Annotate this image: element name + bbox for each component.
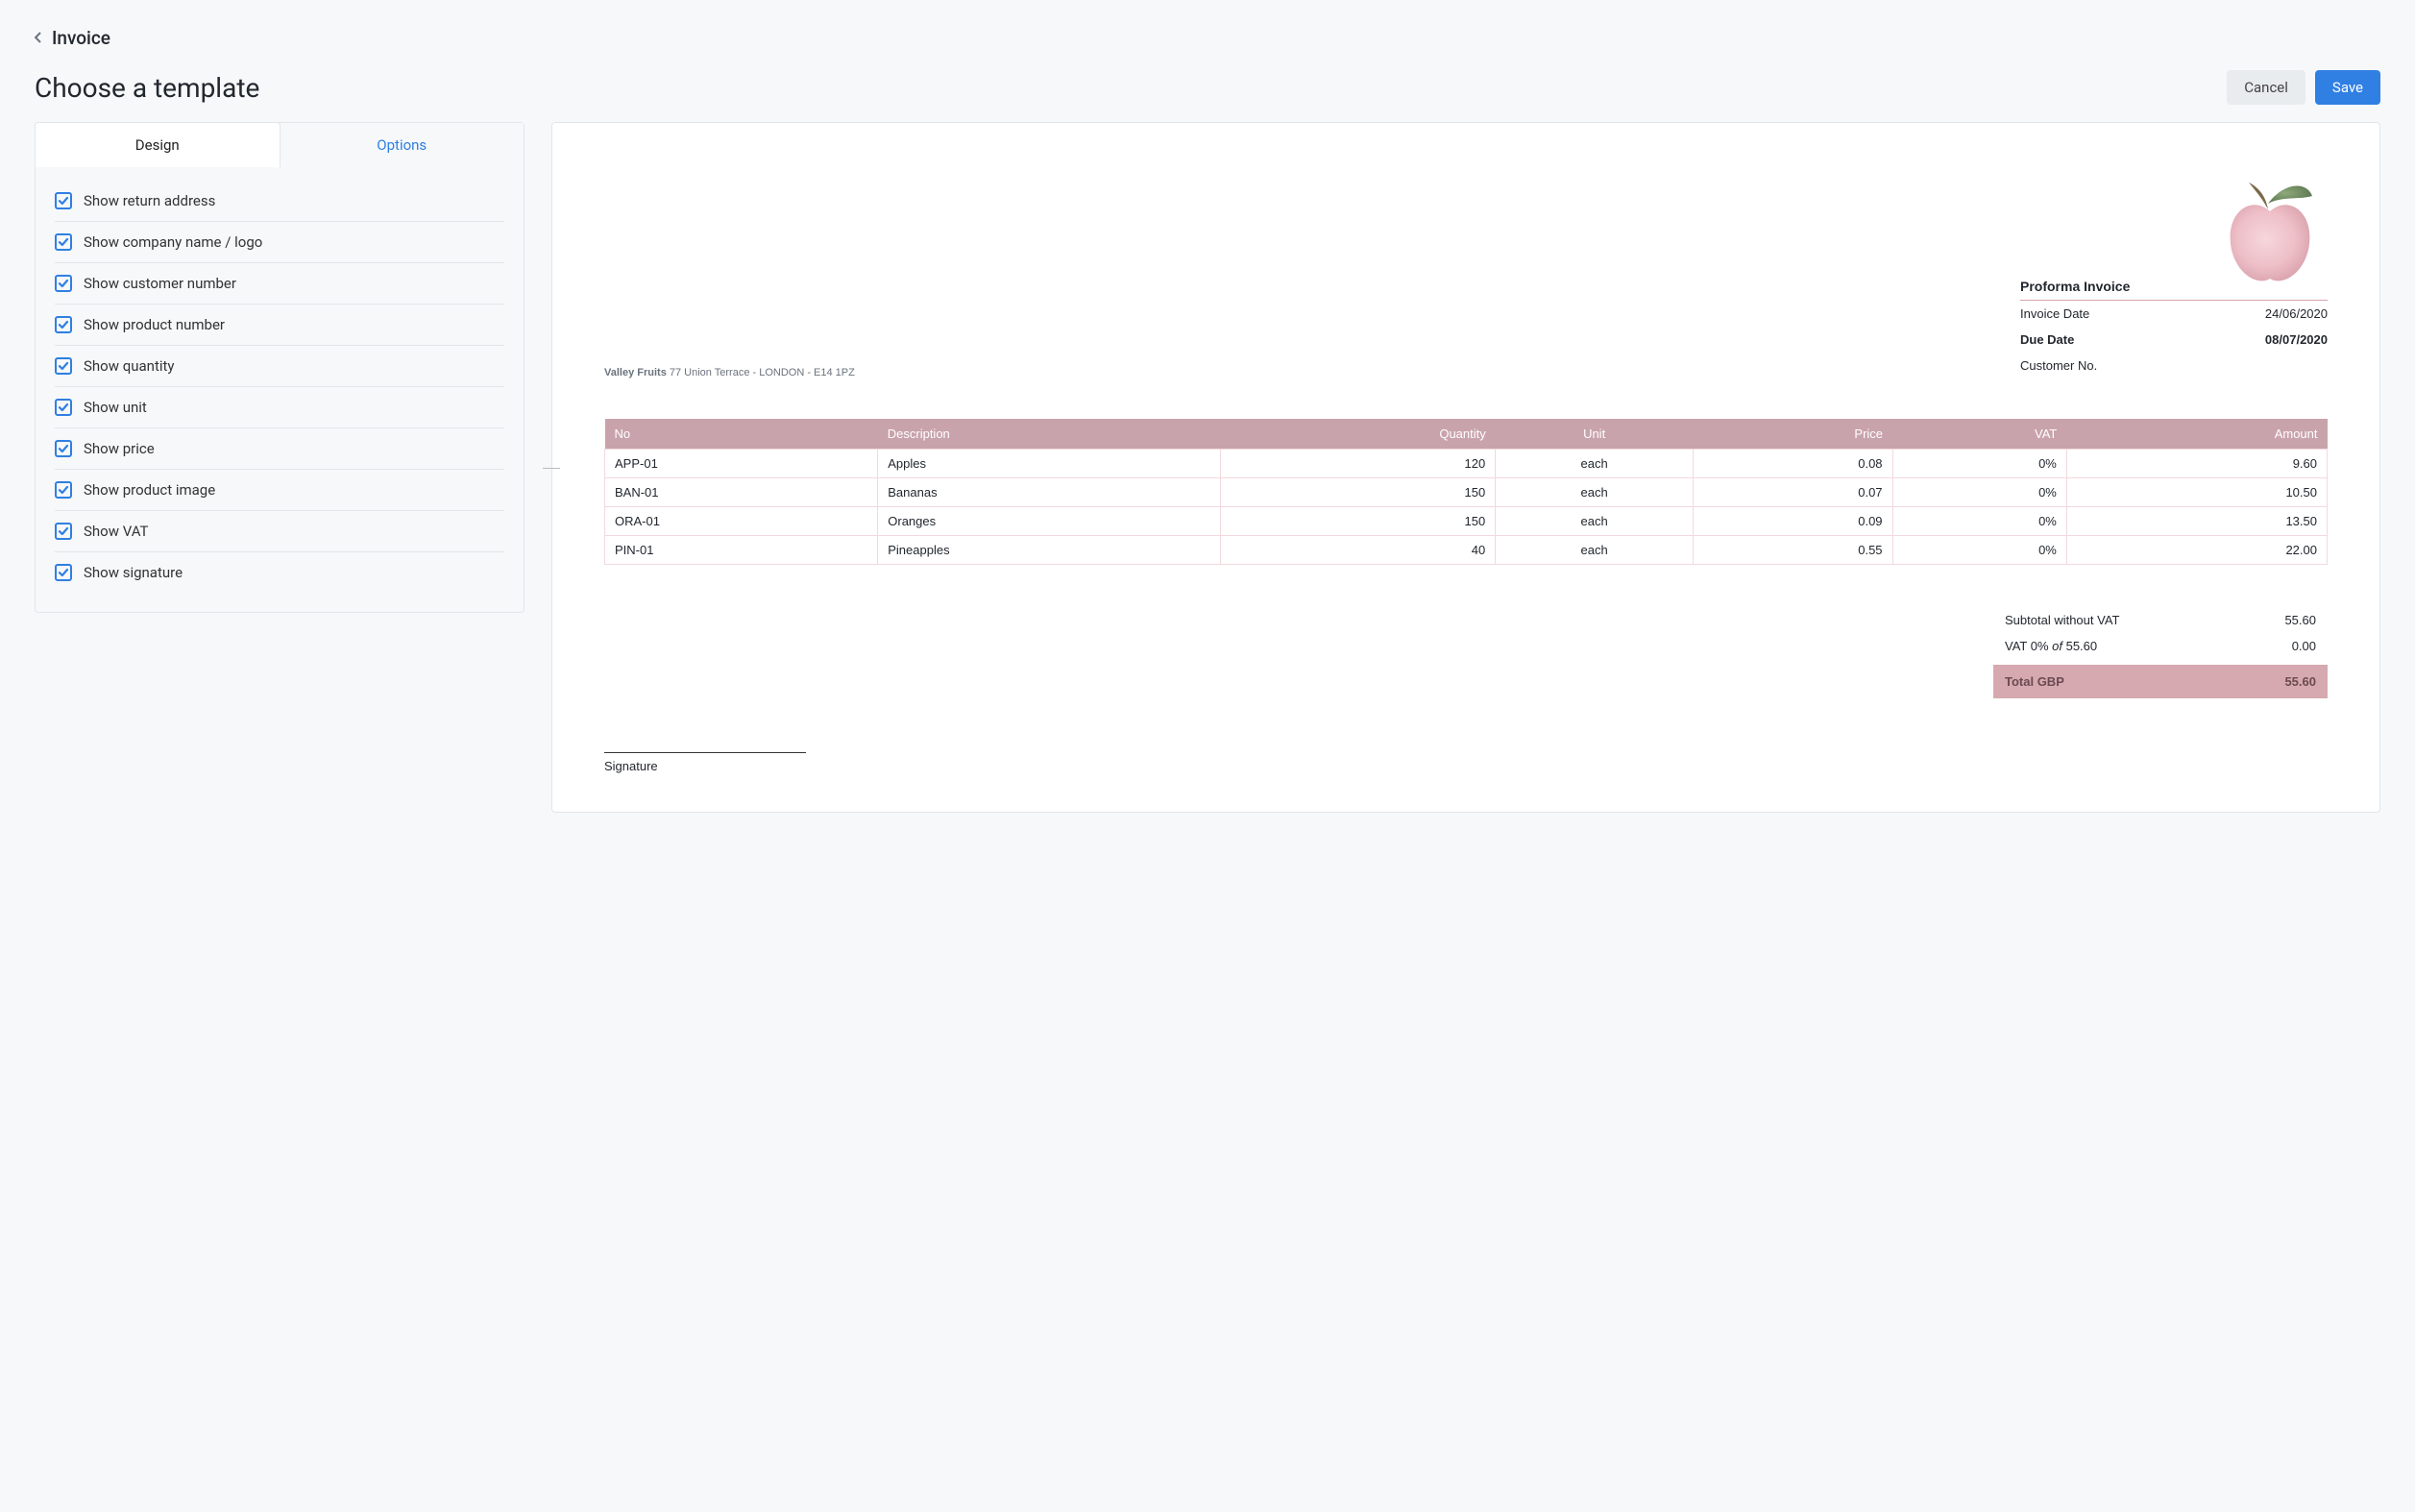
tab-design[interactable]: Design xyxy=(35,122,281,167)
vat-value: 0.00 xyxy=(2292,639,2316,653)
option-row: Show quantity xyxy=(55,346,504,387)
total-label: Total GBP xyxy=(2005,674,2064,689)
cell-qty: 40 xyxy=(1221,536,1496,565)
invoice-date-value: 24/06/2020 xyxy=(2265,306,2328,321)
customer-no-label: Customer No. xyxy=(2020,358,2097,373)
option-row: Show product image xyxy=(55,470,504,511)
cell-amount: 22.00 xyxy=(2066,536,2327,565)
cell-unit: each xyxy=(1496,450,1694,478)
col-desc: Description xyxy=(878,419,1221,450)
cell-unit: each xyxy=(1496,478,1694,507)
due-date-value: 08/07/2020 xyxy=(2265,332,2328,347)
template-settings-panel: Design Options Show return address Show c… xyxy=(35,122,524,613)
checkbox[interactable] xyxy=(55,399,72,416)
cell-desc: Oranges xyxy=(878,507,1221,536)
option-row: Show VAT xyxy=(55,511,504,552)
tab-options[interactable]: Options xyxy=(281,123,524,167)
invoice-title: Proforma Invoice xyxy=(2020,279,2328,301)
vat-label: VAT 0% of 55.60 xyxy=(2005,639,2097,653)
breadcrumb-label: Invoice xyxy=(52,27,110,49)
option-row: Show company name / logo xyxy=(55,222,504,263)
cell-no: ORA-01 xyxy=(605,507,878,536)
subtotal-value: 55.60 xyxy=(2284,613,2316,627)
invoice-date-label: Invoice Date xyxy=(2020,306,2089,321)
table-row: APP-01Apples120each0.080%9.60 xyxy=(605,450,2328,478)
option-row: Show customer number xyxy=(55,263,504,305)
cell-vat: 0% xyxy=(1892,507,2066,536)
col-no: No xyxy=(605,419,878,450)
sender-address: Valley Fruits 77 Union Terrace - LONDON … xyxy=(604,367,855,378)
option-label: Show product image xyxy=(84,481,215,499)
page-title: Choose a template xyxy=(35,72,259,104)
cell-desc: Bananas xyxy=(878,478,1221,507)
totals-block: Subtotal without VAT 55.60 VAT 0% of 55.… xyxy=(1993,607,2328,698)
cell-no: PIN-01 xyxy=(605,536,878,565)
option-row: Show price xyxy=(55,428,504,470)
checkbox[interactable] xyxy=(55,316,72,333)
signature-label: Signature xyxy=(604,759,658,773)
checkbox[interactable] xyxy=(55,275,72,292)
cell-unit: each xyxy=(1496,507,1694,536)
cell-no: APP-01 xyxy=(605,450,878,478)
checkbox[interactable] xyxy=(55,192,72,209)
subtotal-label: Subtotal without VAT xyxy=(2005,613,2119,627)
cell-vat: 0% xyxy=(1892,450,2066,478)
cancel-button[interactable]: Cancel xyxy=(2227,70,2305,105)
option-row: Show product number xyxy=(55,305,504,346)
checkbox[interactable] xyxy=(55,357,72,375)
checkbox[interactable] xyxy=(55,233,72,251)
checkbox[interactable] xyxy=(55,481,72,499)
col-qty: Quantity xyxy=(1221,419,1496,450)
cell-amount: 9.60 xyxy=(2066,450,2327,478)
option-label: Show signature xyxy=(84,564,183,581)
option-label: Show VAT xyxy=(84,523,149,540)
checkbox[interactable] xyxy=(55,523,72,540)
table-row: ORA-01Oranges150each0.090%13.50 xyxy=(605,507,2328,536)
save-button[interactable]: Save xyxy=(2315,70,2380,105)
breadcrumb[interactable]: Invoice xyxy=(35,0,2380,59)
option-label: Show return address xyxy=(84,192,215,209)
table-row: PIN-01Pineapples40each0.550%22.00 xyxy=(605,536,2328,565)
cell-desc: Pineapples xyxy=(878,536,1221,565)
cell-qty: 150 xyxy=(1221,507,1496,536)
col-price: Price xyxy=(1694,419,1893,450)
option-row: Show unit xyxy=(55,387,504,428)
checkbox[interactable] xyxy=(55,564,72,581)
cell-vat: 0% xyxy=(1892,478,2066,507)
checkbox[interactable] xyxy=(55,440,72,457)
cell-price: 0.09 xyxy=(1694,507,1893,536)
option-label: Show product number xyxy=(84,316,225,333)
cell-price: 0.55 xyxy=(1694,536,1893,565)
option-row: Show return address xyxy=(55,181,504,222)
cell-amount: 13.50 xyxy=(2066,507,2327,536)
option-label: Show company name / logo xyxy=(84,233,262,251)
cell-qty: 150 xyxy=(1221,478,1496,507)
cell-vat: 0% xyxy=(1892,536,2066,565)
option-label: Show customer number xyxy=(84,275,236,292)
option-label: Show quantity xyxy=(84,357,175,375)
cell-price: 0.08 xyxy=(1694,450,1893,478)
cell-unit: each xyxy=(1496,536,1694,565)
col-vat: VAT xyxy=(1892,419,2066,450)
signature-block: Signature xyxy=(604,752,2328,773)
cell-desc: Apples xyxy=(878,450,1221,478)
option-row: Show signature xyxy=(55,552,504,593)
cell-price: 0.07 xyxy=(1694,478,1893,507)
cell-amount: 10.50 xyxy=(2066,478,2327,507)
chevron-left-icon[interactable] xyxy=(35,29,42,47)
invoice-line-items-table: No Description Quantity Unit Price VAT A… xyxy=(604,419,2328,565)
col-unit: Unit xyxy=(1496,419,1694,450)
table-row: BAN-01Bananas150each0.070%10.50 xyxy=(605,478,2328,507)
total-value: 55.60 xyxy=(2284,674,2316,689)
invoice-preview: Valley Fruits 77 Union Terrace - LONDON … xyxy=(551,122,2380,813)
col-amount: Amount xyxy=(2066,419,2327,450)
cell-no: BAN-01 xyxy=(605,478,878,507)
due-date-label: Due Date xyxy=(2020,332,2074,347)
cell-qty: 120 xyxy=(1221,450,1496,478)
option-label: Show price xyxy=(84,440,155,457)
option-label: Show unit xyxy=(84,399,147,416)
company-logo xyxy=(604,175,2328,294)
